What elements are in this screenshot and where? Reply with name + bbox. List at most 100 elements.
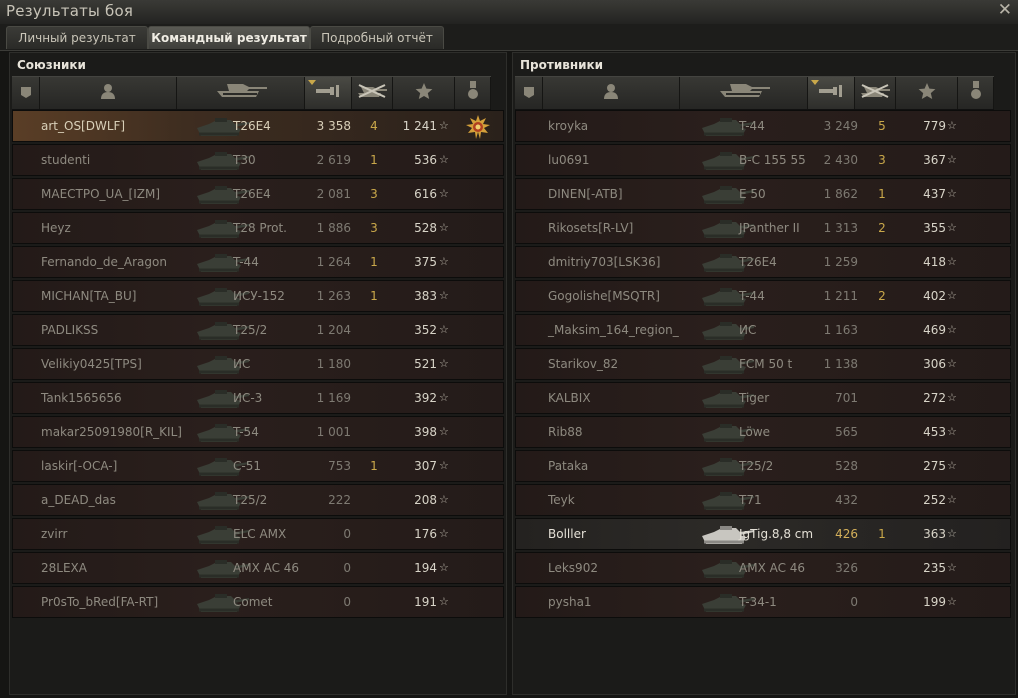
player-name: MICHAN[TA_BU] xyxy=(41,289,137,303)
table-row[interactable]: Tank1565656 ИС-3 1 169 392 ☆ xyxy=(12,382,504,414)
kills-value: 1 xyxy=(370,289,378,303)
tab-personal-result[interactable]: Личный результат xyxy=(6,26,148,49)
column-header-kills[interactable] xyxy=(855,77,896,109)
table-row[interactable]: DINEN[-ATB] E 50 1 862 1 437 ☆ xyxy=(515,178,1011,210)
table-row[interactable]: laskir[-OCA-] C-51 753 1 307 ☆ xyxy=(12,450,504,482)
kills-value: 2 xyxy=(878,289,886,303)
vehicle-name: AMX AC 46 xyxy=(739,561,806,575)
kills-value: 3 xyxy=(370,187,378,201)
column-header-damage[interactable] xyxy=(808,77,855,109)
player-name: zvirr xyxy=(41,527,68,541)
tab-detailed-report[interactable]: Подробный отчёт xyxy=(310,26,444,49)
kills-value: 2 xyxy=(878,221,886,235)
player-name: Heyz xyxy=(41,221,71,235)
table-row[interactable]: Fernando_de_Aragon T-44 1 264 1 375 ☆ xyxy=(12,246,504,278)
kills-value xyxy=(364,383,384,413)
table-row[interactable]: Pr0sTo_bRed[FA-RT] Comet 0 191 ☆ xyxy=(12,586,504,618)
table-row[interactable]: Starikov_82 FCM 50 t 1 138 306 ☆ xyxy=(515,348,1011,380)
xp-star-icon: ☆ xyxy=(439,561,449,574)
vehicle-name: C-51 xyxy=(233,459,261,473)
table-row[interactable]: art_OS[DWLF] T26E4 3 358 4 1 241 ☆ xyxy=(12,110,504,142)
column-header-xp-star[interactable] xyxy=(393,77,455,109)
xp-star-icon: ☆ xyxy=(947,561,957,574)
vehicle-name: ИС xyxy=(739,323,757,337)
kills-icon xyxy=(355,83,389,103)
xp-star-icon: ☆ xyxy=(439,493,449,506)
table-row[interactable]: Rikosets[R-LV] JPanther II 1 313 2 355 ☆ xyxy=(515,212,1011,244)
damage-value: 1 313 xyxy=(823,221,858,235)
column-header-squad[interactable] xyxy=(12,77,40,109)
kills-icon xyxy=(858,83,892,103)
xp-value: 453 xyxy=(923,425,946,439)
player-name: _Maksim_164_region_ xyxy=(548,323,679,337)
column-header-player[interactable] xyxy=(40,77,177,109)
table-row[interactable]: Teyk T71 432 252 ☆ xyxy=(515,484,1011,516)
xp-star-icon: ☆ xyxy=(947,323,957,336)
column-header-tank[interactable] xyxy=(680,77,808,109)
table-row[interactable]: Heyz T28 Prot. 1 886 3 528 ☆ xyxy=(12,212,504,244)
damage-value: 1 263 xyxy=(316,289,351,303)
table-row[interactable]: zvirr ELC AMX 0 176 ☆ xyxy=(12,518,504,550)
xp-value: 469 xyxy=(923,323,946,337)
xp-star-icon: ☆ xyxy=(439,425,449,438)
table-row[interactable]: Velikiy0425[TPS] ИС 1 180 521 ☆ xyxy=(12,348,504,380)
column-header-tank[interactable] xyxy=(177,77,305,109)
xp-value: 352 xyxy=(414,323,437,337)
player-name: Fernando_de_Aragon xyxy=(41,255,167,269)
kills-value xyxy=(364,417,384,447)
xp-star-icon: ☆ xyxy=(947,425,957,438)
table-row[interactable]: pysha1 T-34-1 0 199 ☆ xyxy=(515,586,1011,618)
table-row[interactable]: Leks902 AMX AC 46 326 235 ☆ xyxy=(515,552,1011,584)
xp-value: 375 xyxy=(414,255,437,269)
vehicle-name: FCM 50 t xyxy=(739,357,793,371)
xp-star-icon: ☆ xyxy=(439,459,449,472)
column-header-squad[interactable] xyxy=(515,77,543,109)
column-header-medal[interactable] xyxy=(958,77,994,109)
squad-icon xyxy=(19,84,33,103)
table-row[interactable]: Bolller JgTig.8,8 cm 426 1 363 ☆ xyxy=(515,518,1011,550)
table-row[interactable]: MAECTPO_UA_[IZM] T26E4 2 081 3 616 ☆ xyxy=(12,178,504,210)
table-row[interactable]: makar25091980[R_KIL] T-54 1 001 398 ☆ xyxy=(12,416,504,448)
table-row[interactable]: Pataka T25/2 528 275 ☆ xyxy=(515,450,1011,482)
column-header-xp-star[interactable] xyxy=(896,77,958,109)
xp-star-icon: ☆ xyxy=(947,255,957,268)
player-name: Teyk xyxy=(548,493,575,507)
vehicle-name: E 50 xyxy=(739,187,766,201)
player-icon xyxy=(101,83,115,103)
table-row[interactable]: MICHAN[TA_BU] ИСУ-152 1 263 1 383 ☆ xyxy=(12,280,504,312)
damage-value: 0 xyxy=(343,561,351,575)
tab-team-result[interactable]: Командный результат xyxy=(148,26,310,49)
table-row[interactable]: dmitriy703[LSK36] T26E4 1 259 418 ☆ xyxy=(515,246,1011,278)
column-header-kills[interactable] xyxy=(352,77,393,109)
table-row[interactable]: Rib88 Löwe 565 453 ☆ xyxy=(515,416,1011,448)
table-row[interactable]: KALBIX Tiger 701 272 ☆ xyxy=(515,382,1011,414)
table-row[interactable]: Gogolishe[MSQTR] T-44 1 211 2 402 ☆ xyxy=(515,280,1011,312)
medal-icon[interactable] xyxy=(466,115,490,143)
kills-value xyxy=(364,519,384,549)
damage-value: 3 249 xyxy=(823,119,858,133)
player-name: MAECTPO_UA_[IZM] xyxy=(41,187,161,201)
player-name: art_OS[DWLF] xyxy=(41,119,126,133)
table-row[interactable]: PADLIKSS T25/2 1 204 352 ☆ xyxy=(12,314,504,346)
table-row[interactable]: a_DEAD_das T25/2 222 208 ☆ xyxy=(12,484,504,516)
xp-value: 779 xyxy=(923,119,946,133)
table-row[interactable]: lu0691 B-C 155 55 2 430 3 367 ☆ xyxy=(515,144,1011,176)
vehicle-name: T28 Prot. xyxy=(233,221,287,235)
table-row[interactable]: kroyka T-44 3 249 5 779 ☆ xyxy=(515,110,1011,142)
table-row[interactable]: 28LEXA AMX AC 46 0 194 ☆ xyxy=(12,552,504,584)
vehicle-name: AMX AC 46 xyxy=(233,561,300,575)
xp-value: 306 xyxy=(923,357,946,371)
kills-value xyxy=(872,247,892,277)
table-row[interactable]: _Maksim_164_region_ ИС 1 163 469 ☆ xyxy=(515,314,1011,346)
table-row[interactable]: studenti T30 2 619 1 536 ☆ xyxy=(12,144,504,176)
close-icon[interactable]: ✕ xyxy=(998,0,1012,20)
damage-value: 753 xyxy=(328,459,351,473)
column-header-player[interactable] xyxy=(543,77,680,109)
column-header-medal[interactable] xyxy=(455,77,491,109)
xp-value: 275 xyxy=(923,459,946,473)
xp-value: 418 xyxy=(923,255,946,269)
kills-value xyxy=(364,485,384,515)
column-header-damage[interactable] xyxy=(305,77,352,109)
kills-value: 1 xyxy=(878,187,886,201)
xp-star-icon: ☆ xyxy=(947,391,957,404)
